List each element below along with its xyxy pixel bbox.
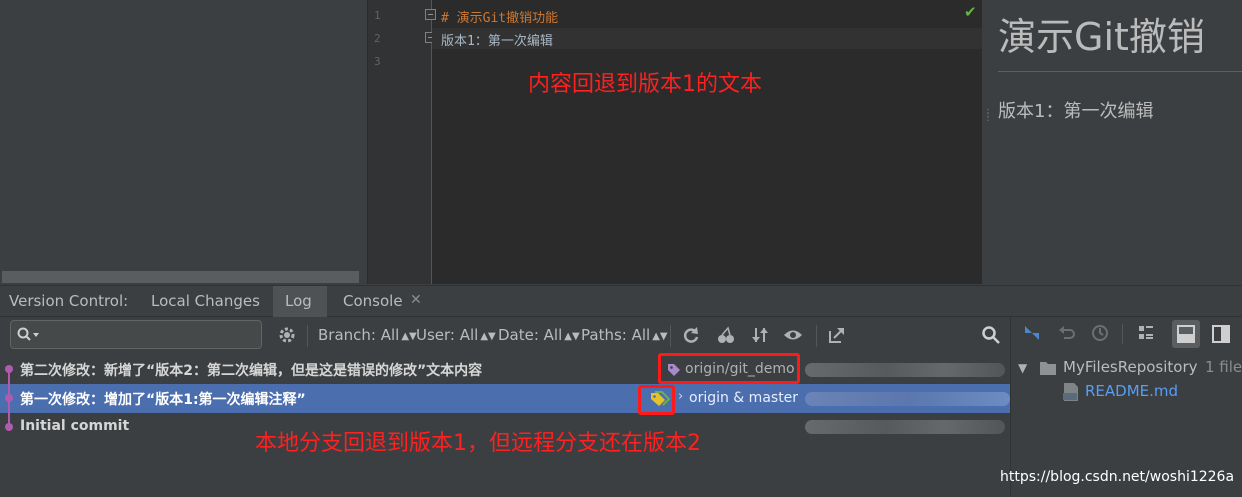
line-number: 3: [374, 55, 381, 68]
paths-filter[interactable]: Paths: All ▲▼: [581, 326, 668, 344]
commit-node: [5, 394, 13, 402]
line-number: 2: [374, 32, 381, 45]
refresh-icon[interactable]: [681, 325, 701, 345]
preview-divider: [998, 71, 1242, 72]
markdown-editor[interactable]: 1 2 3 # 演示Git撤销功能 版本1：第一次编辑 ✔ 内容回退到版本1的文…: [368, 0, 982, 284]
eye-icon[interactable]: [783, 325, 803, 345]
commit-row-selected[interactable]: 第一次修改：增加了“版本1:第一次编辑注释” › origin & master: [0, 384, 1010, 413]
author-date-redacted: [805, 420, 1005, 434]
highlight-box: [638, 385, 675, 415]
changed-file-readme[interactable]: README.md: [1085, 382, 1178, 400]
preview-paragraph: 版本1：第一次编辑: [998, 101, 1154, 122]
markdown-file-icon: [1063, 383, 1078, 401]
commit-message: Initial commit: [20, 418, 130, 434]
code-line-1: # 演示Git撤销功能: [441, 11, 559, 26]
user-filter[interactable]: User: All ▲▼: [416, 326, 496, 344]
tab-log[interactable]: Log: [285, 292, 312, 310]
folder-icon: [1040, 362, 1056, 375]
branch-filter[interactable]: Branch: All ▲▼: [318, 326, 417, 344]
fold-marker-icon[interactable]: [425, 9, 436, 20]
history-icon[interactable]: [1091, 324, 1109, 342]
layout-bottom-icon[interactable]: [1177, 325, 1195, 343]
watermark-text: https://blog.csdn.net/woshi1226a: [1000, 469, 1235, 485]
group-by-icon[interactable]: [1138, 325, 1154, 341]
line-number: 1: [374, 9, 381, 22]
resize-grip-icon[interactable]: ⋮ ⋮: [983, 109, 993, 123]
editor-annotation: 内容回退到版本1的文本: [528, 72, 762, 97]
layout-right-icon[interactable]: [1212, 325, 1230, 343]
date-filter[interactable]: Date: All ▲▼: [498, 326, 580, 344]
editor-gutter: 1 2 3: [368, 0, 436, 284]
commit-node: [5, 365, 13, 373]
search-input[interactable]: [10, 320, 262, 349]
tool-window-title: Version Control:: [9, 292, 129, 310]
tab-console[interactable]: Console: [343, 292, 403, 310]
cherry-pick-icon[interactable]: [716, 325, 736, 345]
search-icon: [17, 327, 39, 341]
horizontal-scrollbar[interactable]: [2, 271, 359, 283]
chevron-down-icon[interactable]: ▼: [1018, 361, 1027, 375]
project-panel: [0, 0, 368, 284]
collapse-linear-branches-icon[interactable]: [750, 325, 770, 345]
commit-row[interactable]: 第二次修改：新增了“版本2：第二次编辑，但是这是错误的修改”文本内容 origi…: [0, 355, 1010, 384]
author-date-redacted: [805, 363, 1005, 377]
settings-icon[interactable]: [277, 325, 297, 345]
check-icon: ✔: [964, 3, 977, 21]
commit-message: 第二次修改：新增了“版本2：第二次编辑，但是这是错误的修改”文本内容: [20, 363, 483, 379]
highlight-box: [658, 353, 800, 384]
open-external-icon[interactable]: [827, 325, 847, 345]
commit-message: 第一次修改：增加了“版本1:第一次编辑注释”: [20, 392, 306, 408]
close-icon[interactable]: ✕: [410, 292, 422, 308]
preview-heading: 演示Git撤销: [998, 15, 1205, 59]
author-date-redacted: [805, 392, 1010, 406]
repository-name[interactable]: MyFilesRepository: [1063, 358, 1198, 376]
search-icon[interactable]: [981, 325, 1001, 345]
local-branch-label: origin & master: [689, 390, 799, 406]
commit-node: [5, 423, 13, 431]
markdown-preview: ⋮ ⋮ 演示Git撤销 版本1：第一次编辑: [982, 0, 1242, 284]
revert-icon[interactable]: [1058, 324, 1076, 342]
expand-changes-icon[interactable]: [1023, 324, 1041, 342]
code-line-2: 版本1：第一次编辑: [441, 34, 553, 49]
file-count: 1 file: [1205, 358, 1242, 376]
version-control-tabbar: Version Control: Local Changes Log Conso…: [0, 285, 1242, 317]
tab-local-changes[interactable]: Local Changes: [151, 292, 260, 310]
log-toolbar: Branch: All ▲▼ User: All ▲▼ Date: All ▲▼ Pa…: [0, 317, 1010, 354]
branch-arrow-icon: ›: [678, 389, 684, 404]
log-annotation: 本地分支回退到版本1，但远程分支还在版本2: [255, 431, 701, 456]
